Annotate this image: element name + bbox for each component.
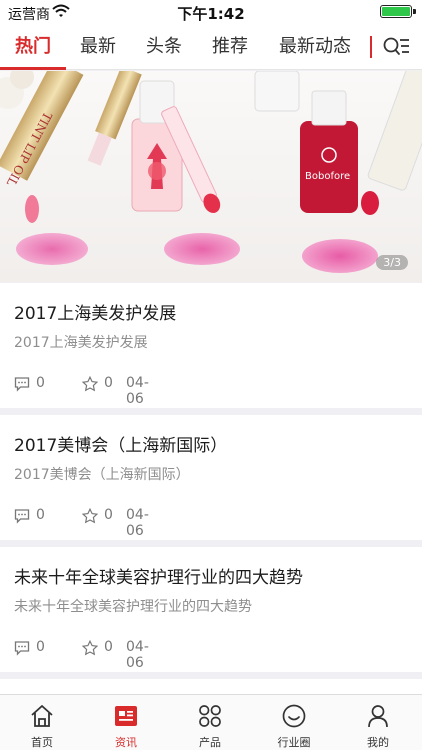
nav-home[interactable]: 首页 bbox=[0, 695, 84, 750]
article-title[interactable]: 未来十年全球美容护理行业的四大趋势 bbox=[14, 563, 303, 588]
home-icon bbox=[31, 705, 53, 727]
bottle-brand-text: Bobofore bbox=[305, 171, 350, 182]
nav-industry-circle[interactable]: 行业圈 bbox=[252, 695, 336, 750]
bottom-navigation: 首页 资讯 产品 行业圈 我的 bbox=[0, 694, 422, 750]
comment-count: 0 bbox=[36, 375, 45, 391]
article-card[interactable]: 未来十年全球美容护理行业的四大趋势 未来十年全球美容护理行业的四大趋势 0 0 … bbox=[0, 547, 422, 672]
tab-latest[interactable]: 最新 bbox=[70, 24, 126, 70]
article-date: 04-06 bbox=[126, 375, 149, 407]
active-tab-indicator bbox=[0, 67, 66, 70]
banner-carousel[interactable]: TINT LIP OIL Bobofore 3/3 bbox=[0, 71, 422, 282]
tab-recommended[interactable]: 推荐 bbox=[202, 24, 258, 70]
nav-products-label: 产品 bbox=[199, 736, 221, 749]
profile-icon bbox=[368, 705, 388, 728]
comment-icon[interactable] bbox=[14, 376, 30, 392]
lipgloss-banner-image: TINT LIP OIL Bobofore bbox=[0, 71, 422, 282]
comment-count: 0 bbox=[36, 507, 45, 523]
carousel-page-indicator: 3/3 bbox=[376, 255, 408, 270]
category-tab-bar: 热门 最新 头条 推荐 最新动态 bbox=[0, 24, 422, 70]
like-count: 0 bbox=[104, 639, 113, 655]
article-date: 04-06 bbox=[126, 507, 149, 539]
article-card-partial[interactable] bbox=[0, 679, 422, 694]
tab-hot[interactable]: 热门 bbox=[2, 24, 64, 70]
comment-icon[interactable] bbox=[14, 508, 30, 524]
nav-industry-circle-label: 行业圈 bbox=[277, 736, 311, 749]
tab-headlines[interactable]: 头条 bbox=[136, 24, 192, 70]
article-summary: 2017上海美发护发展 bbox=[14, 335, 148, 351]
status-bar: 运营商 下午1:42 bbox=[0, 0, 422, 24]
article-summary: 2017美博会（上海新国际） bbox=[14, 467, 190, 483]
article-card[interactable]: 2017美博会（上海新国际） 2017美博会（上海新国际） 0 0 04-06 bbox=[0, 415, 422, 540]
nav-news[interactable]: 资讯 bbox=[84, 695, 168, 750]
clock: 下午1:42 bbox=[177, 5, 245, 23]
article-summary: 未来十年全球美容护理行业的四大趋势 bbox=[14, 599, 252, 615]
like-count: 0 bbox=[104, 375, 113, 391]
like-count: 0 bbox=[104, 507, 113, 523]
circle-icon bbox=[282, 704, 306, 728]
tab-latest-news[interactable]: 最新动态 bbox=[270, 24, 360, 70]
star-icon[interactable] bbox=[82, 508, 98, 524]
comment-icon[interactable] bbox=[14, 640, 30, 656]
star-icon[interactable] bbox=[82, 640, 98, 656]
products-icon bbox=[199, 705, 221, 727]
nav-profile-label: 我的 bbox=[367, 736, 389, 749]
article-title[interactable]: 2017上海美发护发展 bbox=[14, 299, 176, 324]
nav-products[interactable]: 产品 bbox=[168, 695, 252, 750]
star-icon[interactable] bbox=[82, 376, 98, 392]
comment-count: 0 bbox=[36, 639, 45, 655]
article-title[interactable]: 2017美博会（上海新国际） bbox=[14, 431, 227, 456]
nav-home-label: 首页 bbox=[31, 736, 53, 749]
article-date: 04-06 bbox=[126, 639, 149, 671]
search-menu-icon[interactable] bbox=[382, 35, 410, 59]
nav-profile[interactable]: 我的 bbox=[336, 695, 420, 750]
tab-divider bbox=[370, 36, 372, 58]
battery-icon bbox=[380, 5, 416, 18]
news-icon bbox=[115, 706, 137, 726]
article-card[interactable]: 2017上海美发护发展 2017上海美发护发展 0 0 04-06 bbox=[0, 283, 422, 408]
nav-news-label: 资讯 bbox=[115, 736, 137, 749]
